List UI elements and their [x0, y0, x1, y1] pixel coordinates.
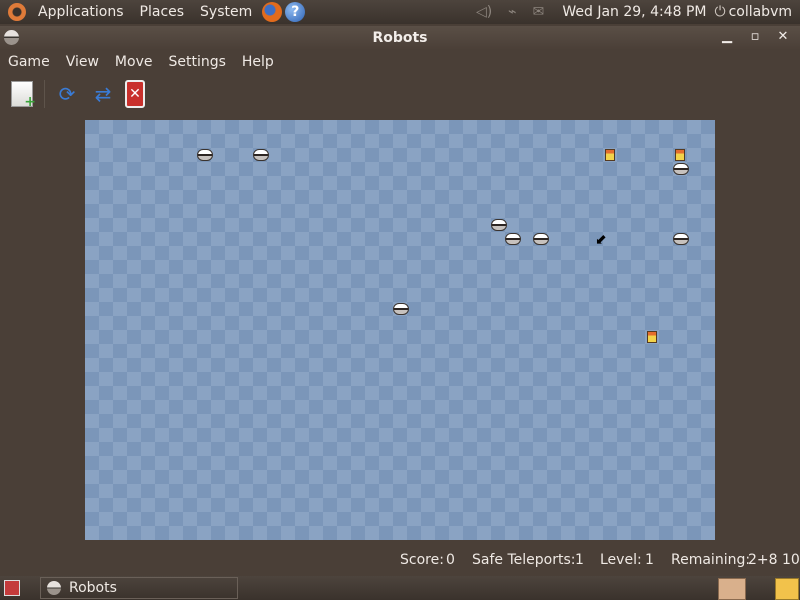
random-teleport-icon: ⇄	[94, 82, 112, 106]
robot-piece	[505, 233, 521, 245]
window-menu-icon[interactable]	[4, 30, 19, 45]
new-game-button[interactable]	[8, 80, 36, 110]
show-desktop-icon[interactable]	[4, 580, 20, 596]
power-icon[interactable]: ⏻	[714, 4, 725, 20]
level-value: 1	[645, 552, 654, 568]
network-icon[interactable]: ⌁	[508, 4, 516, 20]
top-panel: Applications Places System ? ◁) ⌁ ✉ Wed …	[0, 0, 800, 24]
heap-piece	[605, 149, 615, 161]
menu-settings[interactable]: Settings	[160, 54, 233, 70]
bottom-panel: Robots	[0, 576, 800, 600]
robot-piece	[533, 233, 549, 245]
taskbar-item-robots[interactable]: Robots	[40, 577, 238, 599]
user-menu[interactable]: collabvm	[729, 4, 792, 20]
safe-teleports-value: 1	[575, 552, 584, 568]
score-value: 0	[446, 552, 455, 568]
volume-icon[interactable]: ◁)	[476, 4, 492, 20]
remaining-label: Remaining:	[671, 552, 751, 568]
menu-view[interactable]: View	[58, 54, 107, 70]
heap-piece	[647, 331, 657, 343]
workspace-1[interactable]	[718, 578, 746, 600]
close-button[interactable]: ✕	[772, 26, 794, 50]
system-menu[interactable]: System	[192, 4, 260, 20]
menu-help[interactable]: Help	[234, 54, 282, 70]
safe-teleports-label: Safe Teleports:	[472, 552, 576, 568]
toolbar: ⟳ ⇄ ✕	[0, 74, 800, 114]
system-tray: ◁) ⌁ ✉ Wed Jan 29, 4:48 PM ⏻ collabvm	[468, 0, 800, 24]
score-label: Score:	[400, 552, 444, 568]
ubuntu-logo-icon[interactable]	[8, 3, 26, 21]
menubar: Game View Move Settings Help	[0, 50, 800, 74]
robot-piece	[673, 163, 689, 175]
level-label: Level:	[600, 552, 642, 568]
taskbar-item-label: Robots	[69, 580, 117, 596]
trash-icon[interactable]	[775, 578, 799, 600]
window-title: Robots	[372, 30, 428, 46]
places-menu[interactable]: Places	[132, 4, 193, 20]
mail-icon[interactable]: ✉	[533, 4, 545, 20]
statusbar: Score: 0 Safe Teleports: 1 Level: 1 Rema…	[0, 548, 800, 574]
clock[interactable]: Wed Jan 29, 4:48 PM	[562, 4, 706, 20]
robot-piece	[197, 149, 213, 161]
minimize-button[interactable]: ▁	[716, 26, 738, 50]
help-launcher-icon[interactable]: ?	[285, 2, 306, 22]
applications-menu[interactable]: Applications	[30, 4, 132, 20]
game-board[interactable]: ⬋	[85, 120, 715, 540]
window-titlebar[interactable]: Robots ▁ ▫ ✕	[0, 26, 800, 50]
new-game-icon	[11, 81, 36, 110]
heap-piece	[675, 149, 685, 161]
menu-move[interactable]: Move	[107, 54, 161, 70]
menu-game[interactable]: Game	[0, 54, 58, 70]
teleport-icon: ⟳	[58, 82, 76, 106]
remaining-value: 2+8 10	[748, 552, 800, 568]
random-teleport-button[interactable]: ⇄	[89, 80, 117, 108]
mouse-cursor-icon: ⬋	[595, 232, 607, 248]
robot-piece	[393, 303, 409, 315]
robots-app-icon	[47, 581, 61, 595]
quit-icon: ✕	[125, 80, 145, 108]
robots-window: Robots ▁ ▫ ✕ Game View Move Settings Hel…	[0, 26, 800, 576]
robot-piece	[491, 219, 507, 231]
robot-piece	[253, 149, 269, 161]
teleport-button[interactable]: ⟳	[53, 80, 81, 108]
maximize-button[interactable]: ▫	[744, 26, 766, 50]
firefox-launcher-icon[interactable]	[262, 2, 283, 22]
toolbar-separator	[44, 80, 45, 108]
robot-piece	[673, 233, 689, 245]
quit-button[interactable]: ✕	[125, 80, 153, 108]
